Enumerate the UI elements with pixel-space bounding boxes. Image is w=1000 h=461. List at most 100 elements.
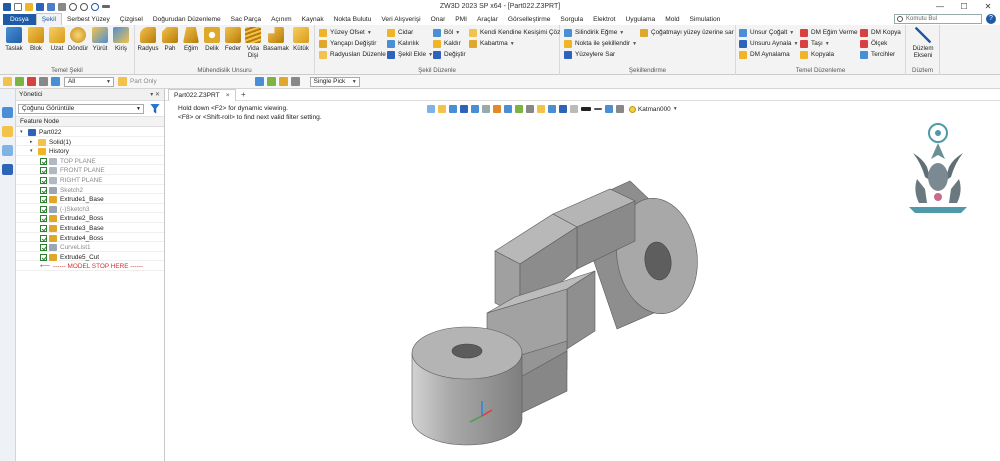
dm-kopya-button[interactable]: DM Kopya — [860, 28, 901, 38]
tree-node[interactable]: Sketch2 — [40, 186, 83, 195]
tree-node[interactable]: Extrude2_Boss — [40, 214, 103, 223]
silindirik-egme-button[interactable]: Silindirik Eğme ▼ — [564, 28, 624, 38]
tab-dosya[interactable]: Dosya — [3, 14, 36, 25]
yaricapi-degistir-button[interactable]: Yançapı Değiştir — [319, 39, 376, 49]
visibility-checkbox[interactable] — [40, 167, 47, 175]
tree-node[interactable]: Extrude5_Cut — [40, 253, 99, 262]
cogatmayi-sar-button[interactable]: Çoğatmayı yüzey üzerine sar — [640, 28, 734, 38]
tree-node[interactable]: Extrude3_Base — [40, 224, 104, 233]
kopyala-button[interactable]: Kopyala — [800, 50, 834, 60]
pick-mode-icon[interactable] — [15, 77, 24, 86]
radyuslari-duzenle-button[interactable]: Radyusları Düzenle — [319, 50, 386, 60]
dm-egim-verme-button[interactable]: DM Eğim Verme — [800, 28, 858, 38]
tree-node[interactable]: ⟵ ------ MODEL STOP HERE ------ — [40, 262, 143, 271]
help-icon[interactable]: ? — [986, 14, 996, 24]
tab-araclar[interactable]: Araçlar — [472, 14, 503, 25]
tab-sekil[interactable]: Şekil — [35, 13, 62, 25]
delik-button[interactable]: Delik — [201, 27, 223, 52]
tree-node[interactable]: ▸ Solid(1) — [30, 138, 71, 147]
box-select-icon[interactable] — [51, 77, 60, 86]
manager-tab-icon[interactable] — [2, 107, 13, 118]
radyus-button[interactable]: Radyus — [137, 27, 159, 52]
minimize-icon[interactable]: — — [928, 0, 952, 13]
snap-icon[interactable] — [266, 77, 276, 86]
yurut-button[interactable]: Yürüt — [89, 27, 111, 52]
tab-acinim[interactable]: Açınım — [266, 14, 297, 25]
visibility-checkbox[interactable] — [40, 177, 47, 184]
select-all-icon[interactable] — [39, 77, 48, 86]
history-tab-icon[interactable] — [2, 126, 13, 137]
sekil-ekle-button[interactable]: Şekil Ekle ▼ — [387, 50, 433, 60]
basamak-button[interactable]: Basamak — [263, 27, 289, 52]
tab-onar[interactable]: Onar — [426, 14, 451, 25]
tab-kaynak[interactable]: Kaynak — [297, 14, 329, 25]
kalinlik-button[interactable]: Kalınlık — [387, 39, 419, 49]
new-tab-icon[interactable]: + — [241, 89, 246, 101]
degistir-button[interactable]: Değiştir — [433, 50, 466, 60]
visibility-checkbox[interactable] — [40, 225, 47, 232]
point-snap-icon[interactable] — [278, 77, 288, 86]
kendi-kendine-kesisim-button[interactable]: Kendi Kendine Kesişimi Çöz — [469, 28, 560, 38]
blok-button[interactable]: Blok — [25, 27, 47, 52]
tree-node[interactable]: (-)Sketch3 — [40, 205, 89, 214]
visibility-checkbox[interactable] — [40, 244, 47, 252]
egim-button[interactable]: Eğim — [180, 27, 202, 52]
vida-disi-button[interactable]: Vida Dişi — [242, 27, 264, 59]
part-only-icon[interactable] — [118, 77, 127, 86]
visibility-checkbox[interactable] — [40, 234, 47, 242]
yuzey-ofset-button[interactable]: Yüzey Ofset ▼ — [319, 28, 372, 38]
tab-serbest-yuzey[interactable]: Serbest Yüzey — [62, 14, 115, 25]
unsur-cogalt-button[interactable]: Unsur Çoğalt ▼ — [739, 28, 794, 38]
view-filter-select[interactable]: Çoğunu Görüntüle ▼ — [18, 103, 144, 114]
kutuk-button[interactable]: Kütük — [290, 27, 312, 52]
tab-veri-alisverisi[interactable]: Veri Alışverişi — [376, 14, 425, 25]
tab-cizgisel[interactable]: Çizgisel — [115, 14, 148, 25]
pin-icon[interactable]: ▾ ✕ — [150, 89, 160, 101]
close-icon[interactable]: ✕ — [976, 0, 1000, 13]
part-only-label[interactable]: Part Only — [130, 78, 157, 85]
cidar-button[interactable]: Cidar — [387, 28, 413, 38]
tab-sorgula[interactable]: Sorgula — [555, 14, 588, 25]
command-search-input[interactable]: Komutu Bul — [894, 14, 982, 24]
visibility-checkbox[interactable] — [40, 253, 47, 261]
select-arrow-icon[interactable] — [3, 77, 12, 86]
tab-nokta-bulutu[interactable]: Nokta Bulutu — [329, 14, 377, 25]
tab-dogrudan-duzenleme[interactable]: Doğurudan Düzenleme — [148, 14, 226, 25]
pick-mode-select[interactable]: Single Pick ▼ — [309, 76, 360, 87]
yuzeylere-sar-button[interactable]: Yüzeylere Sar — [564, 50, 615, 60]
visibility-checkbox[interactable] — [40, 215, 47, 223]
user-tab-icon[interactable] — [2, 164, 13, 175]
collapse-icon[interactable]: ▾ — [20, 128, 26, 137]
duzlem-ekseni-button[interactable]: Düzlem Ekseni — [912, 27, 934, 59]
tab-pmi[interactable]: PMI — [450, 14, 472, 25]
visibility-checkbox[interactable] — [40, 157, 47, 165]
tab-gorsellestirme[interactable]: Görselleştirme — [503, 14, 556, 25]
visibility-checkbox[interactable] — [40, 196, 47, 204]
filter-funnel-icon[interactable] — [150, 103, 160, 114]
tree-node[interactable]: CurveList1 — [40, 243, 91, 252]
image-tab-icon[interactable] — [2, 145, 13, 156]
dm-aynalama-button[interactable]: DM Aynalama — [739, 50, 790, 60]
kiris-button[interactable]: Kiriş — [110, 27, 132, 52]
visibility-checkbox[interactable] — [40, 186, 47, 194]
unsuru-aynala-button[interactable]: Unsuru Aynala ▼ — [739, 39, 798, 49]
kabartma-button[interactable]: Kabartma ▼ — [469, 39, 515, 49]
pah-button[interactable]: Pah — [159, 27, 181, 52]
tree-node[interactable]: TOP PLANE — [40, 157, 96, 166]
tab-sac-parca[interactable]: Sac Parça — [226, 14, 266, 25]
tasi-button[interactable]: Taşı ▼ — [800, 39, 830, 49]
tab-uygulama[interactable]: Uygulama — [621, 14, 661, 25]
collapse-icon[interactable]: ▾ — [30, 147, 36, 156]
tercihler-button[interactable]: Tercihler — [860, 50, 895, 60]
expand-icon[interactable]: ▸ — [30, 138, 36, 147]
filter-select[interactable]: All ▼ — [64, 76, 114, 87]
taslak-button[interactable]: Taslak — [3, 27, 25, 52]
pick-filter-icon[interactable] — [254, 77, 264, 86]
tree-node[interactable]: ▾ Part022 — [20, 128, 61, 137]
nokta-ile-sekillendir-button[interactable]: Nokta ile şekillendir ▼ — [564, 39, 637, 49]
bol-button[interactable]: Böl ▼ — [433, 28, 460, 38]
uzat-button[interactable]: Uzat — [46, 27, 68, 52]
close-tab-icon[interactable]: × — [226, 92, 230, 99]
tree-node[interactable]: Extrude1_Base — [40, 195, 104, 204]
tree-node[interactable]: Extrude4_Boss — [40, 234, 103, 243]
